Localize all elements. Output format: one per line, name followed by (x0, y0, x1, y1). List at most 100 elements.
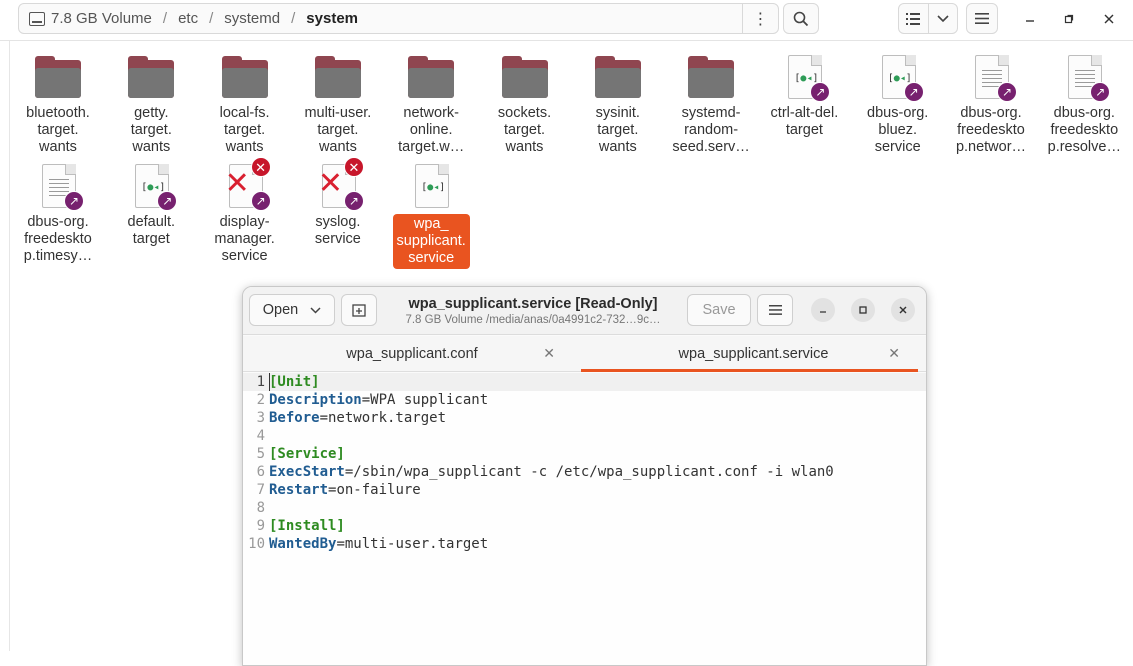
folder-icon (592, 48, 644, 104)
chevron-down-icon (937, 14, 949, 22)
tab-label: wpa_supplicant.service (678, 346, 829, 362)
line-number: 5 (256, 446, 265, 462)
breadcrumb-separator: / (209, 10, 214, 27)
text-file-link-icon: ↗ (1058, 48, 1111, 104)
text-cursor (269, 373, 270, 391)
maximize-button[interactable] (1058, 8, 1080, 30)
file-label: bluetooth. target. wants (26, 105, 90, 155)
folder-icon (499, 48, 551, 104)
minimize-button[interactable] (1019, 8, 1041, 30)
file-item[interactable]: getty. target. wants (106, 48, 196, 156)
config-key: WantedBy (269, 536, 337, 552)
line-number: 9 (256, 518, 265, 534)
editor-close-button[interactable] (891, 298, 915, 322)
folder-icon (312, 48, 364, 104)
file-item[interactable]: ✕ ✕ ↗ display-manager. service (200, 157, 290, 265)
broken-link-icon: ✕ ✕ ↗ (312, 157, 364, 213)
new-tab-icon (352, 304, 366, 317)
tab-wpa-supplicant-conf[interactable]: wpa_supplicant.conf ✕ (243, 336, 581, 372)
file-label: dbus-org. freedeskto p.resolve… (1047, 105, 1121, 155)
file-label: wpa_ supplicant. service (392, 214, 470, 269)
file-item[interactable]: [●◂] ↗ default. target (106, 157, 196, 248)
file-item[interactable]: ↗ dbus-org. freedeskto p.timesy… (13, 157, 103, 265)
editor-menu-button[interactable] (757, 294, 793, 326)
close-button[interactable] (1098, 8, 1120, 30)
section-header: [Service] (269, 446, 345, 462)
folder-icon (405, 48, 457, 104)
list-view-icon (906, 12, 921, 25)
config-key: Description (269, 392, 362, 408)
tab-wpa-supplicant-service[interactable]: wpa_supplicant.service ✕ (581, 336, 926, 372)
file-label: getty. target. wants (130, 105, 172, 155)
close-icon[interactable]: ✕ (543, 345, 555, 362)
view-options-button[interactable] (929, 4, 958, 33)
code-line: 2 Description=WPA supplicant (243, 391, 926, 409)
folder-icon (32, 48, 84, 104)
editor-subtitle: 7.8 GB Volume /media/anas/0a4991c2-732…9… (405, 314, 661, 326)
unit-file-icon: [●◂] ↗ (125, 157, 178, 213)
file-item[interactable]: sockets. target. wants (480, 48, 570, 156)
line-text: WantedBy=multi-user.target (269, 535, 488, 553)
file-item[interactable]: ✕ ✕ ↗ syslog. service (293, 157, 383, 248)
editor-maximize-button[interactable] (851, 298, 875, 322)
editor-headerbar: Open wpa_supplicant.service [Read-Only] … (243, 287, 926, 335)
file-label: ctrl-alt-del. target (770, 105, 839, 138)
file-item[interactable]: [●◂] ↗ dbus-org. bluez. service (853, 48, 943, 156)
file-label: default. target (127, 214, 176, 247)
path-bar[interactable]: 7.8 GB Volume / etc / systemd / system ⋮ (18, 3, 779, 34)
new-tab-button[interactable] (341, 294, 377, 326)
file-label: systemd-random-seed.serv… (672, 105, 750, 155)
line-text: [Unit] (269, 373, 320, 391)
file-item[interactable]: ↗ dbus-org. freedeskto p.networ… (946, 48, 1036, 156)
code-line: 3 Before=network.target (243, 409, 926, 427)
file-item[interactable]: bluetooth. target. wants (13, 48, 103, 156)
hamburger-menu-icon (768, 305, 782, 315)
code-view[interactable]: 1 [Unit] 2 Description=WPA supplicant 3 Befor… (243, 373, 926, 665)
file-label: dbus-org. bluez. service (867, 105, 929, 155)
vertical-ellipsis-icon[interactable]: ⋮ (742, 4, 778, 33)
code-line: 5 [Service] (243, 445, 926, 463)
file-item[interactable]: sysinit. target. wants (573, 48, 663, 156)
minimize-icon (820, 311, 826, 313)
breadcrumb-separator: / (162, 10, 168, 27)
breadcrumb-item[interactable]: etc (178, 10, 198, 27)
main-menu-button[interactable] (966, 3, 998, 34)
folder-icon (125, 48, 177, 104)
file-label: sysinit. target. wants (595, 105, 640, 155)
code-line: 10 WantedBy=multi-user.target (243, 535, 926, 553)
code-line: 1 [Unit] (243, 373, 926, 391)
file-label: display-manager. service (214, 214, 275, 264)
folder-icon (685, 48, 737, 104)
file-item[interactable]: ↗ dbus-org. freedeskto p.resolve… (1039, 48, 1129, 156)
open-button[interactable]: Open (249, 294, 335, 326)
close-icon (1104, 14, 1114, 24)
file-item[interactable]: [●◂] wpa_ supplicant. service (386, 157, 476, 269)
breadcrumb-item[interactable]: 7.8 GB Volume (51, 10, 152, 27)
breadcrumb-item[interactable]: system (306, 10, 358, 27)
search-button[interactable] (783, 3, 819, 34)
line-text: Before=network.target (269, 409, 446, 427)
file-item[interactable]: systemd-random-seed.serv… (666, 48, 756, 156)
line-number: 8 (256, 500, 265, 516)
file-label: syslog. service (314, 214, 361, 247)
editor-minimize-button[interactable] (811, 298, 835, 322)
tab-label: wpa_supplicant.conf (346, 346, 478, 362)
view-toggle-group (898, 3, 958, 34)
file-item[interactable]: network-online. target.w… (386, 48, 476, 156)
file-item[interactable]: [●◂] ↗ ctrl-alt-del. target (759, 48, 849, 139)
line-number: 2 (256, 392, 265, 408)
editor-title: wpa_supplicant.service [Read-Only] (408, 296, 658, 312)
code-line: 7 Restart=on-failure (243, 481, 926, 499)
list-view-button[interactable] (899, 4, 929, 33)
save-button[interactable]: Save (687, 294, 751, 326)
file-label: multi-user. target. wants (304, 105, 372, 155)
file-label: dbus-org. freedeskto p.networ… (955, 105, 1027, 155)
close-icon[interactable]: ✕ (888, 345, 900, 362)
config-value: =/sbin/wpa_supplicant -c /etc/wpa_suppli… (344, 464, 834, 480)
file-item[interactable]: local-fs. target. wants (200, 48, 290, 156)
breadcrumb-item[interactable]: systemd (224, 10, 280, 27)
broken-link-icon: ✕ ✕ ↗ (219, 157, 271, 213)
file-item[interactable]: multi-user. target. wants (293, 48, 383, 156)
section-header: [Unit] (269, 374, 320, 390)
breadcrumb: 7.8 GB Volume / etc / systemd / system (51, 10, 358, 27)
